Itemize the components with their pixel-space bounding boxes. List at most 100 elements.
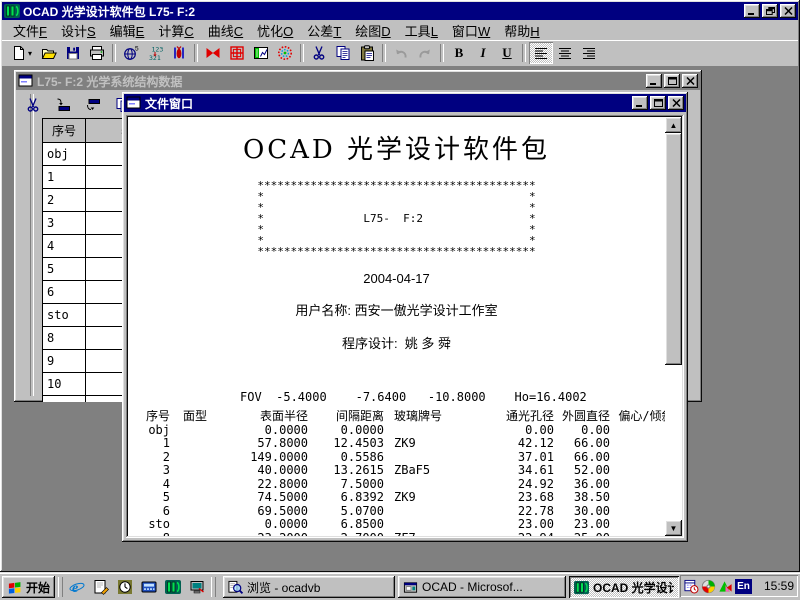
close-icon[interactable] [668, 96, 684, 110]
underline-button[interactable]: U [495, 42, 519, 64]
grid-cell-index[interactable]: 1 [43, 166, 86, 189]
save-button[interactable] [61, 42, 85, 64]
msdev-icon [403, 580, 418, 595]
grid-cell-index[interactable]: 10 [43, 373, 86, 396]
maximize-button[interactable] [650, 96, 666, 110]
report-header-cell: 玻璃牌号 [384, 410, 484, 424]
main-toolbar: ▾ 5123321 BIU [2, 40, 798, 66]
quick-launch-notes[interactable] [90, 576, 112, 598]
svg-text:e: e [72, 581, 78, 595]
maximize-button[interactable] [664, 74, 680, 88]
redo-button[interactable] [413, 42, 437, 64]
close-icon[interactable] [682, 74, 698, 88]
grid-cell-index[interactable]: 9 [43, 350, 86, 373]
print-button[interactable] [85, 42, 109, 64]
grid-cell-index[interactable]: 4 [43, 235, 86, 258]
menu-item-C[interactable]: 曲线C [201, 20, 250, 42]
ocad-app-icon [4, 3, 20, 19]
quick-launch-bar: e [66, 576, 208, 598]
input-language-indicator[interactable]: En [735, 579, 752, 594]
spot-diagram-icon [277, 45, 293, 61]
row-insert-below-button[interactable] [82, 94, 104, 116]
grid-cell-index[interactable]: obj [43, 143, 86, 166]
grid-cell-index[interactable] [43, 396, 86, 403]
quick-launch-ocad[interactable] [162, 576, 184, 598]
quick-launch-desktop[interactable] [186, 576, 208, 598]
start-button[interactable]: 开始 [2, 576, 55, 598]
task-button-3[interactable]: OCAD 光学设计... [569, 576, 679, 598]
volume-disc-icon[interactable] [701, 579, 716, 594]
grid-cell-index[interactable]: 3 [43, 212, 86, 235]
restore-button[interactable] [762, 4, 778, 18]
paste-button[interactable] [355, 42, 379, 64]
cut-button[interactable] [307, 42, 331, 64]
cut-button[interactable] [22, 94, 44, 116]
scrollbar-thumb[interactable] [665, 133, 682, 365]
plot-window-icon [253, 45, 269, 61]
align-left-button[interactable] [529, 42, 553, 64]
renumber-button[interactable]: 123321 [143, 42, 167, 64]
report-cell: 7.5000 [308, 478, 384, 492]
copy-button[interactable] [331, 42, 355, 64]
grid-button[interactable] [225, 42, 249, 64]
open-button[interactable] [37, 42, 61, 64]
menu-item-D[interactable]: 绘图D [348, 20, 397, 42]
menu-item-O[interactable]: 忧化O [250, 20, 300, 42]
document-date: 2004-04-17 [128, 271, 665, 286]
ray-cross-button[interactable] [201, 42, 225, 64]
menu-item-W[interactable]: 窗口W [445, 20, 497, 42]
close-button[interactable] [780, 4, 796, 18]
align-right-button[interactable] [577, 42, 601, 64]
graphics-icon[interactable] [718, 579, 733, 594]
renumber-icon: 123321 [147, 45, 163, 61]
dropdown-arrow-icon[interactable]: ▾ [28, 49, 32, 58]
scroll-down-button[interactable]: ▼ [665, 520, 682, 536]
undo-button[interactable] [389, 42, 413, 64]
report-cell: 69.5000 [220, 505, 308, 519]
italic-button[interactable]: I [471, 42, 495, 64]
task-button-2[interactable]: OCAD - Microsof... [398, 576, 566, 598]
task-button-1[interactable]: 浏览 - ocadvb [223, 576, 395, 598]
minimize-button[interactable] [646, 74, 662, 88]
scheduler-icon[interactable] [684, 579, 699, 594]
ie-icon: e [69, 579, 85, 595]
main-titlebar: OCAD 光学设计软件包 L75- F:2 [2, 2, 798, 20]
optimize-button[interactable] [167, 42, 191, 64]
menu-item-T[interactable]: 公差T [300, 20, 348, 42]
menu-item-F[interactable]: 文件F [6, 20, 54, 42]
plot-window-button[interactable] [249, 42, 273, 64]
quick-launch-ie[interactable]: e [66, 576, 88, 598]
notes-icon [93, 579, 109, 595]
minimize-button[interactable] [744, 4, 760, 18]
align-center-button[interactable] [553, 42, 577, 64]
spot-diagram-button[interactable] [273, 42, 297, 64]
grid-cell-index[interactable]: 5 [43, 258, 86, 281]
scroll-up-button[interactable]: ▲ [665, 117, 682, 133]
report-header-cell: 间隔距离 [308, 410, 384, 424]
vertical-scrollbar[interactable]: ▲ ▼ [665, 117, 682, 536]
minimize-button[interactable] [632, 96, 648, 110]
taskbar-grip[interactable] [211, 577, 216, 597]
row-insert-above-button[interactable] [52, 94, 74, 116]
grid-cell-index[interactable]: sto [43, 304, 86, 327]
user-name-line: 用户名称: 西安一傲光学设计工作室 [128, 300, 665, 319]
field-view-button[interactable]: 5 [119, 42, 143, 64]
report-cell [384, 505, 484, 519]
document-title: OCAD 光学设计软件包 [128, 129, 665, 166]
bold-button[interactable]: B [447, 42, 471, 64]
print-icon [89, 45, 105, 61]
grid-cell-index[interactable]: 8 [43, 327, 86, 350]
quick-launch-calculator[interactable] [138, 576, 160, 598]
new-document-button[interactable]: ▾ [6, 42, 37, 64]
report-cell: 13.2615 [308, 464, 384, 478]
grid-cell-index[interactable]: 6 [43, 281, 86, 304]
menu-item-L[interactable]: 工具L [398, 20, 445, 42]
taskbar-grip[interactable] [58, 577, 63, 597]
menu-item-H[interactable]: 帮助H [497, 20, 546, 42]
report-cell: 1 [132, 437, 170, 451]
menu-item-C[interactable]: 计算C [151, 20, 200, 42]
menu-item-E[interactable]: 编辑E [103, 20, 152, 42]
grid-cell-index[interactable]: 2 [43, 189, 86, 212]
quick-launch-clock[interactable] [114, 576, 136, 598]
menu-item-S[interactable]: 设计S [54, 20, 103, 42]
